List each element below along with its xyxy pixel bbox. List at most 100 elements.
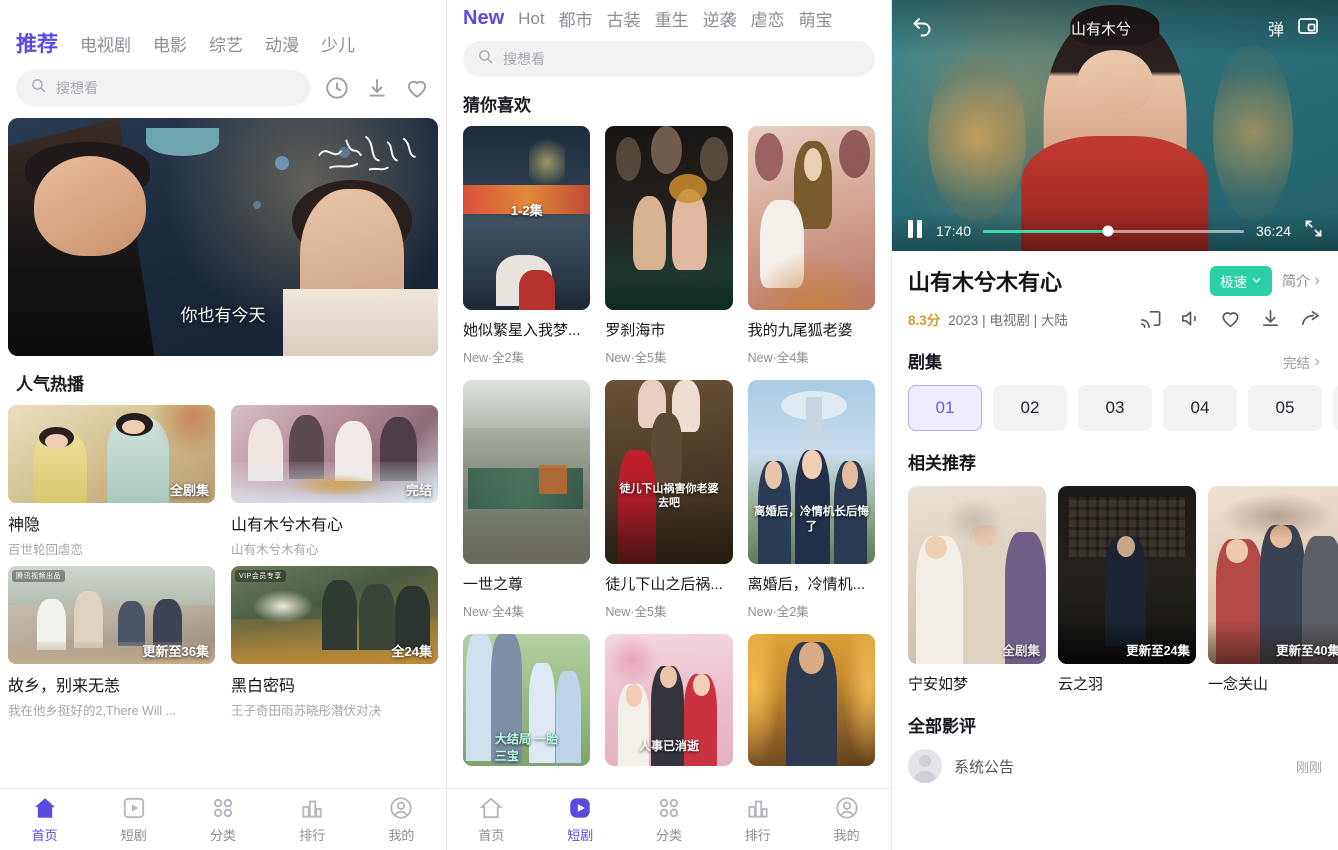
- list-item[interactable]: [747, 634, 875, 766]
- progress-bar[interactable]: [983, 225, 1244, 237]
- picture-in-picture-icon[interactable]: [1296, 14, 1320, 43]
- episode-button-01[interactable]: 01: [908, 385, 982, 431]
- progress-knob[interactable]: [1102, 225, 1114, 237]
- poster-thumb[interactable]: [747, 126, 875, 310]
- search-input[interactable]: 搜想看: [16, 70, 310, 106]
- list-item[interactable]: 徒儿下山祸害你老婆去吧 徒儿下山之后祸... New·全5集: [605, 380, 733, 620]
- list-item[interactable]: 我的九尾狐老婆 New·全4集: [747, 126, 875, 366]
- poster-thumb[interactable]: [463, 380, 591, 564]
- history-clock-icon[interactable]: [324, 75, 350, 101]
- tabbar-item-category[interactable]: 分类: [625, 795, 714, 844]
- heart-icon[interactable]: [1219, 307, 1242, 330]
- tab-nixi[interactable]: 逆袭: [703, 6, 737, 31]
- tab-dianshiju[interactable]: 电视剧: [80, 31, 131, 56]
- tabbar-item-shortdrama[interactable]: 短剧: [89, 795, 178, 844]
- tab-dongman[interactable]: 动漫: [265, 31, 299, 56]
- list-item[interactable]: 罗刹海市 New·全5集: [605, 126, 733, 366]
- tabbar-item-ranking[interactable]: 排行: [268, 795, 357, 844]
- list-item[interactable]: 离婚后，冷情机长后悔了 离婚后，冷情机... New·全2集: [747, 380, 875, 620]
- episode-list: 01 02 03 04 05 06: [892, 373, 1338, 431]
- tabbar-label: 短剧: [120, 828, 147, 843]
- list-item[interactable]: 人事已消逝: [605, 634, 733, 766]
- poster-thumb[interactable]: 徒儿下山祸害你老婆去吧: [605, 380, 733, 564]
- poster-thumb[interactable]: 完结: [231, 405, 438, 503]
- poster-thumb[interactable]: 大结局 一胎三宝: [463, 634, 591, 766]
- list-item[interactable]: 一世之尊 New·全4集: [463, 380, 591, 620]
- hero-banner[interactable]: 你也有今天: [8, 118, 438, 356]
- poster-thumb[interactable]: 离婚后，冷情机长后悔了: [747, 380, 875, 564]
- download-icon[interactable]: [1259, 307, 1282, 330]
- poster-thumb[interactable]: 更新至40集: [1208, 486, 1338, 664]
- poster-thumb[interactable]: 1-2集: [463, 126, 591, 310]
- item-title: 山有木兮木有心: [231, 517, 344, 534]
- poster-thumb[interactable]: VIP会员专享 全24集: [231, 566, 438, 664]
- list-item[interactable]: 全剧集 神隐 百世轮回虐恋: [8, 405, 215, 558]
- list-item[interactable]: 1-2集 她似繁星入我梦... New·全2集: [463, 126, 591, 366]
- download-icon[interactable]: [364, 75, 390, 101]
- left-search-row: 搜想看: [0, 70, 446, 106]
- intro-link[interactable]: 简介: [1282, 271, 1322, 291]
- poster-thumb[interactable]: [747, 634, 875, 766]
- item-title: 神隐: [8, 517, 41, 534]
- tab-new[interactable]: New: [463, 7, 504, 30]
- tabbar-item-category[interactable]: 分类: [178, 795, 267, 844]
- episode-button-02[interactable]: 02: [993, 385, 1067, 431]
- review-row[interactable]: 系统公告 刚刚: [892, 737, 1338, 783]
- episodes-header: 剧集 完结: [892, 330, 1338, 373]
- pause-icon[interactable]: [906, 219, 924, 244]
- volume-icon[interactable]: [1179, 307, 1202, 330]
- tabbar-item-shortdrama[interactable]: 短剧: [536, 795, 625, 844]
- tabbar-label: 短剧: [567, 828, 594, 843]
- tabbar-item-home[interactable]: 首页: [0, 795, 89, 844]
- tabbar-item-ranking[interactable]: 排行: [713, 795, 802, 844]
- tab-guzhuang[interactable]: 古装: [607, 6, 641, 31]
- episode-button-06[interactable]: 06: [1333, 385, 1338, 431]
- list-item[interactable]: 全剧集 宁安如梦: [908, 486, 1046, 694]
- tabbar-item-home[interactable]: 首页: [447, 795, 536, 844]
- back-arrow-icon[interactable]: [910, 14, 934, 43]
- poster-thumb[interactable]: [605, 126, 733, 310]
- poster-thumb[interactable]: 更新至24集: [1058, 486, 1196, 664]
- episode-button-04[interactable]: 04: [1163, 385, 1237, 431]
- chevron-right-icon: [1312, 273, 1322, 289]
- list-item[interactable]: 腾讯视频出品 更新至36集 故乡，别来无恙 我在他乡挺好的2,There Wil…: [8, 566, 215, 719]
- badge-label: 1-2集: [510, 202, 543, 218]
- tab-dushi[interactable]: 都市: [559, 6, 593, 31]
- detail-meta-row: 8.3分 2023 | 电视剧 | 大陆: [892, 297, 1338, 330]
- fullscreen-icon[interactable]: [1303, 218, 1324, 244]
- danmu-toggle[interactable]: 弹: [1268, 16, 1284, 40]
- tab-dianying[interactable]: 电影: [153, 31, 187, 56]
- heart-icon[interactable]: [404, 75, 430, 101]
- list-item[interactable]: 更新至24集 云之羽: [1058, 486, 1196, 694]
- total-time: 36:24: [1255, 223, 1291, 239]
- poster-thumb[interactable]: 人事已消逝: [605, 634, 733, 766]
- tab-mengbao[interactable]: 萌宝: [799, 6, 833, 31]
- share-icon[interactable]: [1299, 307, 1322, 330]
- episode-button-05[interactable]: 05: [1248, 385, 1322, 431]
- tab-chongsheng[interactable]: 重生: [655, 6, 689, 31]
- tab-tuijian[interactable]: 推荐: [16, 28, 58, 58]
- poster-thumb[interactable]: 腾讯视频出品 更新至36集: [8, 566, 215, 664]
- list-item[interactable]: VIP会员专享 全24集 黑白密码 王子奇田雨苏晓彤潜伏对决: [231, 566, 438, 719]
- mid-search-row: 搜想看: [447, 41, 891, 77]
- tabbar-item-mine[interactable]: 我的: [802, 795, 891, 844]
- tab-nuelian[interactable]: 虐恋: [751, 6, 785, 31]
- tabbar-item-mine[interactable]: 我的: [357, 795, 446, 844]
- episodes-status-link[interactable]: 完结: [1283, 352, 1322, 372]
- list-item[interactable]: 完结 山有木兮木有心 山有木兮木有心: [231, 405, 438, 558]
- episode-button-03[interactable]: 03: [1078, 385, 1152, 431]
- tab-hot[interactable]: Hot: [518, 9, 544, 29]
- poster-thumb[interactable]: 全剧集: [908, 486, 1046, 664]
- item-meta: New·全5集: [605, 605, 667, 619]
- reviews-header: 全部影评: [892, 694, 1338, 737]
- speed-selector[interactable]: 极速: [1210, 266, 1272, 296]
- poster-thumb[interactable]: 全剧集: [8, 405, 215, 503]
- search-input[interactable]: 搜想看: [463, 41, 875, 77]
- cast-icon[interactable]: [1139, 307, 1162, 330]
- page-title: 山有木兮木有心: [908, 270, 1063, 295]
- list-item[interactable]: 大结局 一胎三宝: [463, 634, 591, 766]
- tab-zongyi[interactable]: 综艺: [209, 31, 243, 56]
- video-player[interactable]: 山有木兮 弹 17:40 36:24: [892, 0, 1338, 251]
- tab-shaoer[interactable]: 少儿: [321, 31, 355, 56]
- list-item[interactable]: 更新至40集 一念关山: [1208, 486, 1338, 694]
